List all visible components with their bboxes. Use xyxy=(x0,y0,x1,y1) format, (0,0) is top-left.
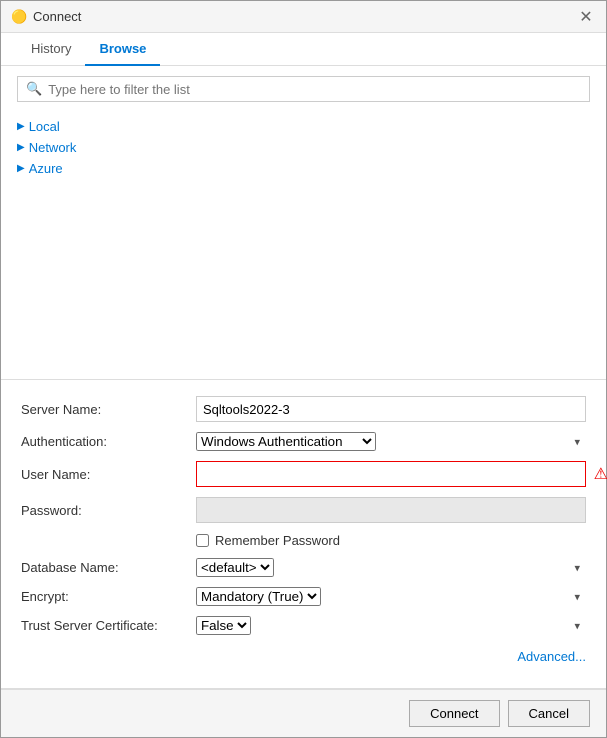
username-row: User Name: ⚠ xyxy=(21,461,586,487)
search-icon: 🔍 xyxy=(26,81,42,97)
remember-password-label[interactable]: Remember Password xyxy=(215,533,340,548)
authentication-label: Authentication: xyxy=(21,434,196,449)
trust-cert-row: Trust Server Certificate: False True xyxy=(21,616,586,635)
encrypt-row: Encrypt: Mandatory (True) Optional (Fals… xyxy=(21,587,586,606)
password-disabled xyxy=(196,497,586,523)
tab-history[interactable]: History xyxy=(17,33,85,66)
database-name-select-wrapper: <default> xyxy=(196,558,586,577)
password-label: Password: xyxy=(21,503,196,518)
footer: Connect Cancel xyxy=(1,689,606,737)
server-name-label: Server Name: xyxy=(21,402,196,417)
form-section: Server Name: Authentication: Windows Aut… xyxy=(1,380,606,688)
close-button[interactable]: ✕ xyxy=(576,7,596,27)
username-input[interactable] xyxy=(196,461,586,487)
tree-item-local[interactable]: ▶ Local xyxy=(17,116,590,137)
trust-cert-label: Trust Server Certificate: xyxy=(21,618,196,633)
encrypt-select-wrapper: Mandatory (True) Optional (False) xyxy=(196,587,586,606)
authentication-select[interactable]: Windows Authentication SQL Server Authen… xyxy=(196,432,376,451)
titlebar-left: 🟡 Connect xyxy=(11,9,81,25)
tree-label-azure: Azure xyxy=(29,161,63,176)
tree-item-network[interactable]: ▶ Network xyxy=(17,137,590,158)
database-name-row: Database Name: <default> xyxy=(21,558,586,577)
error-icon: ⚠ xyxy=(594,464,607,484)
server-name-control xyxy=(196,396,586,422)
password-control xyxy=(196,497,586,523)
authentication-select-wrapper: Windows Authentication SQL Server Authen… xyxy=(196,432,586,451)
app-icon: 🟡 xyxy=(11,9,27,25)
titlebar: 🟡 Connect ✕ xyxy=(1,1,606,33)
username-label: User Name: xyxy=(21,467,196,482)
remember-password-row: Remember Password xyxy=(196,533,586,548)
expand-arrow-azure: ▶ xyxy=(17,163,25,174)
tree-label-network: Network xyxy=(29,140,77,155)
search-bar: 🔍 xyxy=(17,76,590,102)
trust-cert-select[interactable]: False True xyxy=(196,616,251,635)
tree-item-azure[interactable]: ▶ Azure xyxy=(17,158,590,179)
server-name-input[interactable] xyxy=(196,396,586,422)
trust-cert-select-wrapper: False True xyxy=(196,616,586,635)
search-input[interactable] xyxy=(48,82,581,97)
remember-password-checkbox[interactable] xyxy=(196,534,209,547)
connect-dialog: 🟡 Connect ✕ History Browse 🔍 ▶ Local ▶ N… xyxy=(0,0,607,738)
connect-button[interactable]: Connect xyxy=(409,700,499,727)
tree-label-local: Local xyxy=(29,119,60,134)
encrypt-label: Encrypt: xyxy=(21,589,196,604)
cancel-button[interactable]: Cancel xyxy=(508,700,590,727)
database-name-select[interactable]: <default> xyxy=(196,558,274,577)
authentication-row: Authentication: Windows Authentication S… xyxy=(21,432,586,451)
window-title: Connect xyxy=(33,9,81,24)
expand-arrow-local: ▶ xyxy=(17,121,25,132)
username-control: ⚠ xyxy=(196,461,586,487)
password-row: Password: xyxy=(21,497,586,523)
tab-bar: History Browse xyxy=(1,33,606,66)
server-name-row: Server Name: xyxy=(21,396,586,422)
encrypt-select[interactable]: Mandatory (True) Optional (False) xyxy=(196,587,321,606)
expand-arrow-network: ▶ xyxy=(17,142,25,153)
database-name-label: Database Name: xyxy=(21,560,196,575)
tab-browse[interactable]: Browse xyxy=(85,33,160,66)
advanced-link[interactable]: Advanced... xyxy=(517,649,586,664)
tree-section: ▶ Local ▶ Network ▶ Azure xyxy=(1,112,606,379)
advanced-row: Advanced... xyxy=(21,645,586,672)
